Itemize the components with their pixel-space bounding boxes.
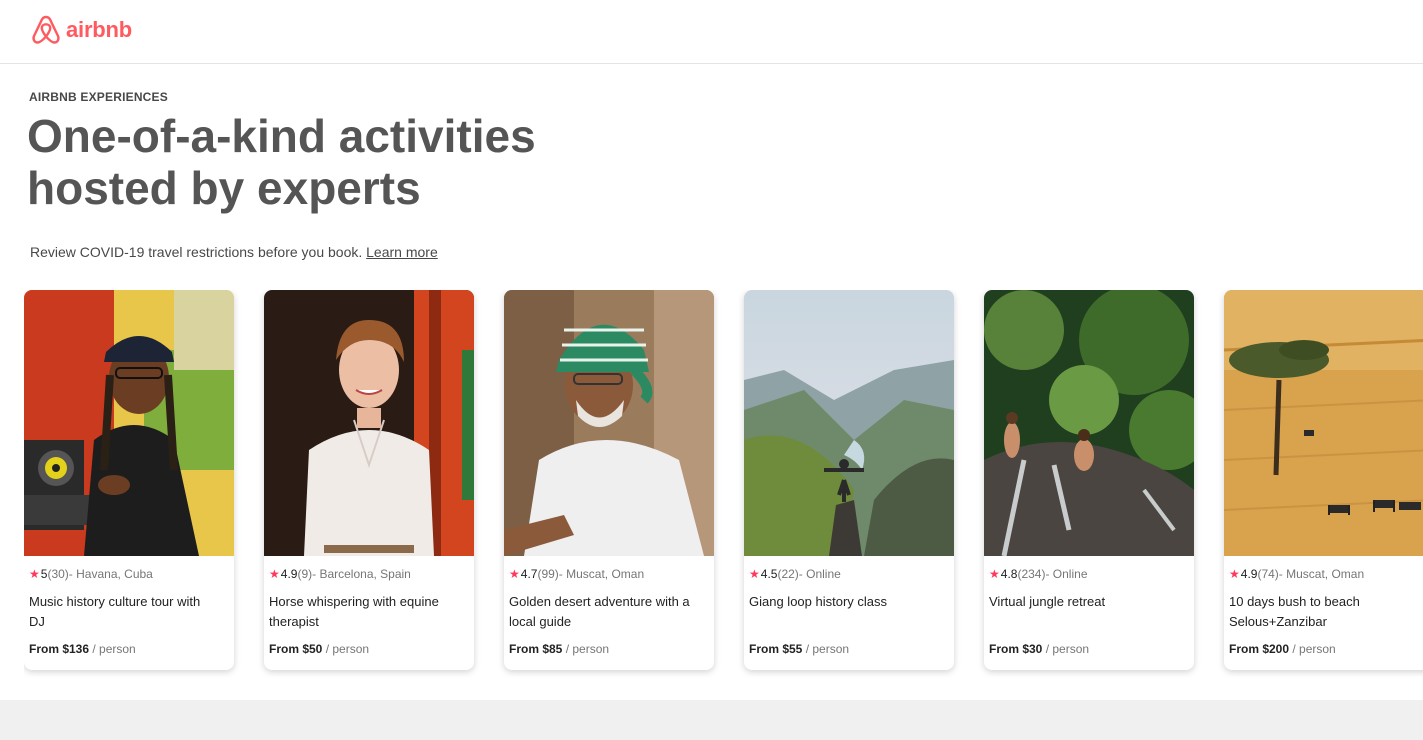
card-title: 10 days bush to beach Selous+Zanzibar: [1229, 594, 1360, 629]
card-meta: ★ 4.9 (9) - Barcelona, Spain: [269, 567, 411, 581]
card-rating: 4.7: [520, 567, 538, 581]
card-location: - Muscat, Oman: [1278, 567, 1365, 581]
experience-cards-row: ★ 5 (30) - Havana, Cuba Music history cu…: [24, 290, 1423, 680]
card-price-amount: From $50: [269, 642, 323, 656]
card-price-unit: / person: [562, 642, 610, 656]
card-rating: 4.9: [280, 567, 298, 581]
card-review-count: (22): [777, 567, 799, 581]
card-location: - Online: [798, 567, 841, 581]
card-title: Music history culture tour with DJ: [29, 594, 201, 629]
star-icon: ★: [1229, 567, 1240, 581]
star-icon: ★: [509, 567, 520, 581]
experience-photo: [1224, 290, 1423, 556]
card-price: From $30 / person: [989, 642, 1089, 656]
card-location: - Barcelona, Spain: [312, 567, 411, 581]
card-meta: ★ 5 (30) - Havana, Cuba: [29, 567, 153, 581]
card-price: From $50 / person: [269, 642, 369, 656]
card-title: Golden desert adventure with a local gui…: [509, 594, 690, 629]
card-price: From $200 / person: [1229, 642, 1336, 656]
page-title-line-2: hosted by experts: [27, 162, 421, 214]
star-icon: ★: [269, 567, 280, 581]
card-review-count: (99): [537, 567, 559, 581]
experience-card[interactable]: ★ 4.8 (234) - Online Virtual jungle retr…: [984, 290, 1194, 670]
covid-notice: Review COVID-19 travel restrictions befo…: [30, 244, 438, 260]
experience-photo: [24, 290, 234, 556]
card-title: Giang loop history class: [749, 594, 888, 609]
card-meta: ★ 4.8 (234) - Online: [989, 567, 1088, 581]
card-price-amount: From $136: [29, 642, 90, 656]
card-rating: 4.8: [1000, 567, 1018, 581]
experience-card[interactable]: ★ 4.5 (22) - Online Giang loop history c…: [744, 290, 954, 670]
experience-card[interactable]: ★ 4.9 (9) - Barcelona, Spain Horse whisp…: [264, 290, 474, 670]
card-location: - Havana, Cuba: [68, 567, 153, 581]
experience-card[interactable]: ★ 4.7 (99) - Muscat, Oman Golden desert …: [504, 290, 714, 670]
experience-card[interactable]: ★ 5 (30) - Havana, Cuba Music history cu…: [24, 290, 234, 670]
card-review-count: (30): [47, 567, 69, 581]
brand-wordmark: airbnb: [66, 17, 133, 42]
card-price: From $85 / person: [509, 642, 609, 656]
card-price-unit: / person: [89, 642, 136, 656]
card-price-amount: From $85: [509, 642, 563, 656]
experience-card[interactable]: ★ 4.9 (74) - Muscat, Oman 10 days bush t…: [1224, 290, 1423, 670]
card-review-count: (234): [1017, 567, 1046, 581]
card-review-count: (74): [1257, 567, 1279, 581]
page-title: One-of-a-kind activities hosted by exper…: [27, 110, 647, 214]
experience-photo: [264, 290, 474, 556]
card-price-amount: From $30: [989, 642, 1043, 656]
experience-photo: [744, 290, 954, 556]
card-rating: 5: [40, 567, 48, 581]
card-meta: ★ 4.5 (22) - Online: [749, 567, 841, 581]
page-title-line-1: One-of-a-kind activities: [27, 110, 536, 162]
covid-notice-text: Review COVID-19 travel restrictions befo…: [30, 244, 363, 260]
star-icon: ★: [989, 567, 1000, 581]
card-meta: ★ 4.9 (74) - Muscat, Oman: [1229, 567, 1364, 581]
card-price: From $55 / person: [749, 642, 849, 656]
card-rating: 4.9: [1240, 567, 1258, 581]
top-header: airbnb: [0, 0, 1423, 64]
card-price-amount: From $55: [749, 642, 803, 656]
section-eyebrow: AIRBNB EXPERIENCES: [29, 90, 168, 104]
card-price-unit: / person: [322, 642, 370, 656]
card-rating: 4.5: [760, 567, 778, 581]
star-icon: ★: [29, 567, 40, 581]
experience-photo: [984, 290, 1194, 556]
card-location: - Muscat, Oman: [558, 567, 645, 581]
card-review-count: (9): [297, 567, 313, 581]
learn-more-link[interactable]: Learn more: [366, 244, 438, 260]
airbnb-logo-link[interactable]: airbnb: [30, 13, 132, 47]
card-price: From $136 / person: [29, 642, 136, 656]
card-title: Virtual jungle retreat: [989, 594, 1106, 609]
star-icon: ★: [749, 567, 760, 581]
experience-photo: [504, 290, 714, 556]
footer-band: [0, 700, 1423, 740]
airbnb-belo-icon: [32, 15, 60, 44]
card-price-amount: From $200: [1229, 642, 1290, 656]
card-price-unit: / person: [1289, 642, 1336, 656]
card-location: - Online: [1045, 567, 1088, 581]
card-meta: ★ 4.7 (99) - Muscat, Oman: [509, 567, 644, 581]
card-price-unit: / person: [1042, 642, 1090, 656]
card-title: Horse whispering with equine therapist: [269, 594, 439, 629]
card-price-unit: / person: [802, 642, 850, 656]
